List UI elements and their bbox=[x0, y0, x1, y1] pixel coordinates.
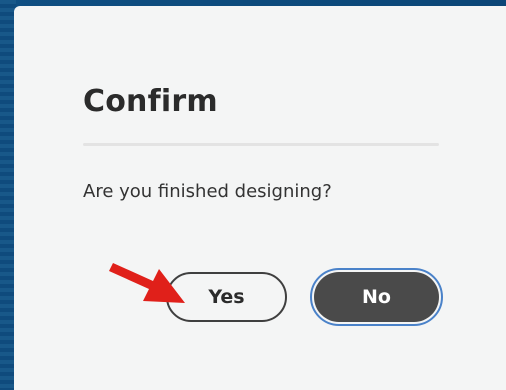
red-arrow-icon bbox=[109, 263, 185, 303]
dialog-title: Confirm bbox=[83, 84, 218, 119]
dialog-message: Are you finished designing? bbox=[83, 181, 332, 202]
title-divider bbox=[83, 143, 439, 146]
confirm-dialog: Confirm Are you finished designing? Yes … bbox=[14, 6, 506, 390]
no-button[interactable]: No bbox=[314, 272, 439, 322]
